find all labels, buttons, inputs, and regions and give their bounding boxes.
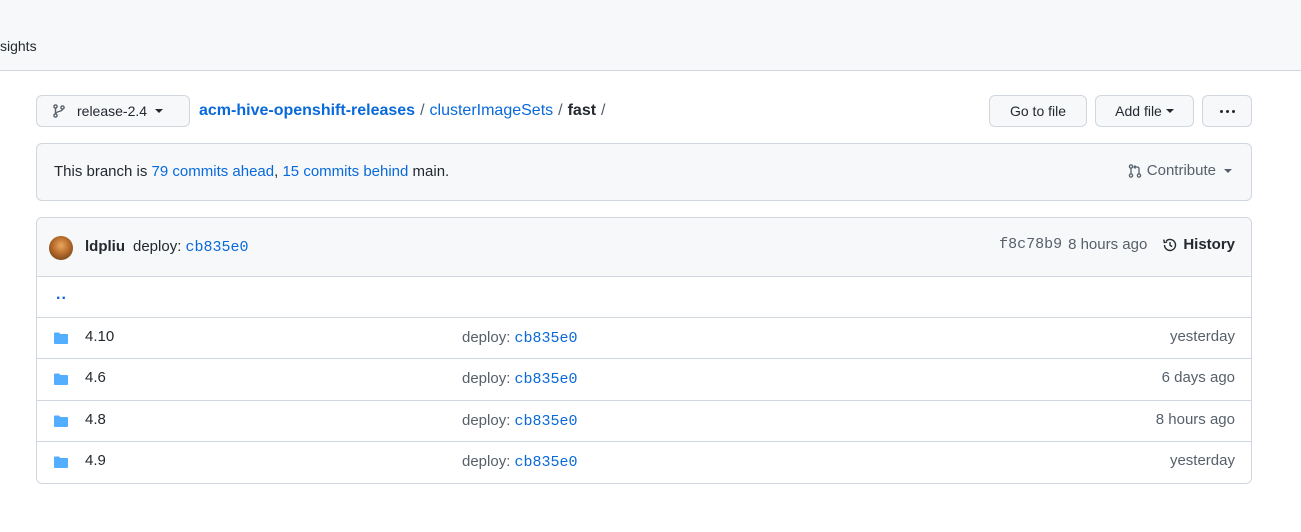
branch-status-box: This branch is 79 commits ahead, 15 comm… — [36, 143, 1252, 201]
contribute-button[interactable]: Contribute — [1127, 162, 1232, 179]
add-file-button[interactable]: Add file — [1095, 95, 1194, 127]
breadcrumb-repo-link[interactable]: acm-hive-openshift-releases — [199, 101, 415, 121]
commit-author-link[interactable]: ldpliu — [85, 237, 125, 257]
file-age: yesterday — [1169, 328, 1235, 345]
file-name-link[interactable]: 4.6 — [85, 368, 106, 388]
file-commit-message: deploy: cb835e0 — [462, 328, 578, 349]
file-age: 6 days ago — [1161, 369, 1235, 386]
breadcrumb-separator: / — [601, 102, 606, 119]
git-pull-request-icon — [1127, 163, 1143, 179]
file-commit-sha-link[interactable]: cb835e0 — [515, 454, 578, 471]
add-file-label: Add file — [1115, 103, 1162, 119]
folder-icon — [53, 330, 69, 346]
latest-commit-header: ldpliu deploy: cb835e0 f8c78b9 8 hours a… — [37, 218, 1251, 277]
folder-icon — [53, 413, 69, 429]
folder-icon — [53, 454, 69, 470]
file-row[interactable]: 4.6 deploy: cb835e0 6 days ago — [37, 358, 1251, 399]
file-commit-sha-link[interactable]: cb835e0 — [515, 330, 578, 347]
repo-nav-bar: sights — [0, 0, 1301, 71]
file-commit-sha-link[interactable]: cb835e0 — [515, 413, 578, 430]
history-icon — [1162, 237, 1178, 253]
commit-message: deploy: cb835e0 — [133, 237, 249, 258]
contribute-label: Contribute — [1146, 162, 1216, 179]
breadcrumb: acm-hive-openshift-releases / clusterIma… — [199, 101, 611, 121]
file-commit-message-text: deploy: — [462, 453, 515, 470]
file-name-link[interactable]: 4.9 — [85, 451, 106, 471]
more-options-button[interactable] — [1202, 95, 1252, 127]
chevron-down-icon — [1224, 168, 1232, 173]
go-to-file-button[interactable]: Go to file — [989, 95, 1087, 127]
file-name-link[interactable]: 4.10 — [85, 327, 114, 347]
parent-directory-link[interactable]: .. — [56, 286, 67, 304]
chevron-down-icon — [1165, 109, 1174, 113]
folder-icon — [53, 371, 69, 387]
go-to-file-label: Go to file — [1009, 103, 1067, 119]
file-commit-sha-link[interactable]: cb835e0 — [515, 371, 578, 388]
branch-select-button[interactable]: release-2.4 — [36, 95, 190, 127]
chevron-down-icon — [155, 109, 164, 113]
breadcrumb-folder-link[interactable]: clusterImageSets — [430, 101, 554, 121]
tab-insights[interactable]: sights — [0, 36, 37, 56]
file-commit-message-text: deploy: — [462, 329, 515, 346]
file-name-link[interactable]: 4.8 — [85, 410, 106, 430]
commits-ahead-link[interactable]: 79 commits ahead — [152, 163, 275, 180]
commit-message-sha-link[interactable]: cb835e0 — [186, 239, 249, 256]
file-navigation: release-2.4 acm-hive-openshift-releases … — [36, 95, 1252, 128]
commit-message-text: deploy: — [133, 238, 186, 255]
avatar[interactable] — [49, 236, 73, 260]
breadcrumb-current: fast — [567, 102, 597, 119]
file-commit-message: deploy: cb835e0 — [462, 452, 578, 473]
commits-behind-link[interactable]: 15 commits behind — [282, 163, 408, 180]
file-row[interactable]: 4.10 deploy: cb835e0 yesterday — [37, 317, 1251, 358]
file-commit-message: deploy: cb835e0 — [462, 411, 578, 432]
file-commit-message: deploy: cb835e0 — [462, 369, 578, 390]
commit-meta: f8c78b9 8 hours ago History — [999, 236, 1235, 253]
breadcrumb-separator: / — [558, 102, 563, 119]
file-row[interactable]: 4.9 deploy: cb835e0 yesterday — [37, 441, 1251, 482]
kebab-horizontal-icon — [1219, 109, 1235, 113]
branch-status-message: This branch is 79 commits ahead, 15 comm… — [54, 162, 449, 182]
file-age: yesterday — [1169, 452, 1235, 469]
file-row[interactable]: 4.8 deploy: cb835e0 8 hours ago — [37, 400, 1251, 441]
file-commit-message-text: deploy: — [462, 370, 515, 387]
commit-sha-link[interactable]: f8c78b9 — [999, 236, 1062, 253]
file-commit-message-text: deploy: — [462, 412, 515, 429]
git-branch-icon — [51, 103, 67, 119]
breadcrumb-separator: / — [420, 102, 425, 119]
file-list-box: ldpliu deploy: cb835e0 f8c78b9 8 hours a… — [36, 217, 1252, 484]
commit-time: 8 hours ago — [1068, 236, 1148, 253]
branch-name: release-2.4 — [77, 103, 148, 119]
file-age: 8 hours ago — [1155, 411, 1235, 428]
history-button[interactable]: History — [1162, 236, 1235, 253]
branch-status-prefix: This branch is — [54, 163, 152, 180]
history-label: History — [1183, 236, 1235, 253]
branch-status-suffix: main. — [408, 163, 450, 180]
parent-directory-row[interactable]: .. — [37, 277, 1251, 317]
